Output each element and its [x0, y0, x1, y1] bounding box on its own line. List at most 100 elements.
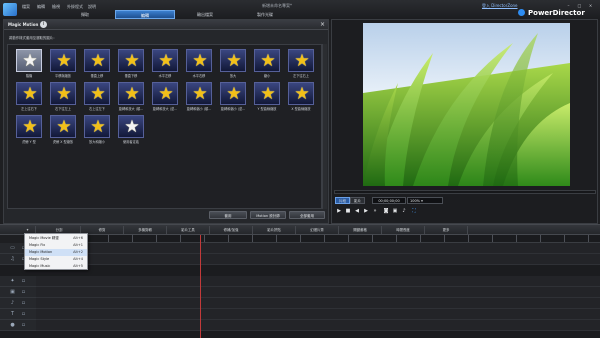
volume-icon[interactable]: ♪ [400, 208, 408, 215]
tab-produce[interactable]: 輸出檔案 [175, 10, 235, 19]
play-icon[interactable]: ▶ [335, 208, 343, 215]
star-icon: ★ [56, 51, 72, 71]
lock-icon[interactable]: ▫ [20, 300, 27, 306]
motion-style-item[interactable]: ★ 水平左移 [150, 49, 180, 79]
seek-bar[interactable] [334, 190, 596, 194]
prev-frame-icon[interactable]: ◀ [353, 208, 361, 215]
motion-thumbnail: ★ [186, 82, 212, 105]
motion-style-item[interactable]: ★ 虎鯨 Y 型 [14, 115, 44, 145]
menu-item-shortcut: Alt+1 [73, 243, 83, 247]
motion-style-item[interactable]: ★ X 型曲線縮放 [286, 82, 316, 112]
motion-style-item[interactable]: ★ 旋轉和縮小 (逆... [218, 82, 248, 112]
lock-icon[interactable]: ▫ [20, 311, 27, 317]
motion-style-item[interactable]: ★ 旋轉和放大 (逆... [150, 82, 180, 112]
maximize-icon[interactable]: □ [576, 3, 583, 8]
zoom-select[interactable]: 100% ▾ [407, 197, 443, 204]
toolbar-multicam[interactable]: 多機剪輯 [124, 226, 167, 234]
toolbar-duration[interactable]: 時間長度 [382, 226, 425, 234]
menu-item-magic-motion[interactable]: Magic Motion Alt+2 [25, 249, 87, 256]
timeline-ruler[interactable] [36, 235, 600, 243]
motion-style-item[interactable]: ★ 平移與縮放 [48, 49, 78, 79]
toolbar-keyframe[interactable]: 關鍵畫格 [339, 226, 382, 234]
snapshot-icon[interactable]: ◙ [382, 208, 390, 215]
motion-style-label: 縮小 [263, 74, 271, 78]
lock-icon[interactable]: ▫ [20, 278, 27, 284]
motion-style-item[interactable]: ★ 旋轉和放大 (順... [116, 82, 146, 112]
pip-icon[interactable]: ▣ [391, 208, 399, 215]
voice-track[interactable] [36, 320, 600, 331]
tab-create-disc[interactable]: 製作光碟 [235, 10, 295, 19]
info-icon[interactable]: i [40, 21, 47, 28]
motion-thumbnail: ★ [50, 49, 76, 72]
toolbar-slideshow[interactable]: 幻燈片秀 [296, 226, 339, 234]
motion-style-item[interactable]: ★ 放大 [218, 49, 248, 79]
lock-icon[interactable]: ▫ [20, 289, 27, 295]
motion-style-item[interactable]: ★ 縮小 [252, 49, 282, 79]
directorzone-login-link[interactable]: 登入 DirectorZone [482, 3, 518, 9]
motion-style-item[interactable]: ★ 垂直下移 [116, 49, 146, 79]
app-logo-icon [3, 3, 17, 16]
motion-thumbnail: ★ [84, 49, 110, 72]
pip-audio-track[interactable] [36, 298, 600, 309]
clip-mode-button[interactable]: 片段 [335, 197, 350, 204]
track-header: ♪ ▫ [0, 298, 36, 309]
track-header: ▣ ▫ [0, 287, 36, 298]
magic-motion-panel: Magic Motion i × 將動作樣式套用至選取的圖片： ★ 隨機 ★ 平移與縮… [3, 19, 329, 224]
toolbar-video-collage[interactable]: 影片拼貼 [253, 226, 296, 234]
timecode-display[interactable]: 00;00;00;00 [372, 197, 406, 204]
pip-track[interactable] [36, 287, 600, 298]
motion-style-item[interactable]: ★ 水平右移 [184, 49, 214, 79]
star-icon: ★ [90, 117, 106, 137]
motion-style-label: 虎鯨 Y 型 [22, 140, 36, 144]
next-frame-icon[interactable]: ▶ [362, 208, 370, 215]
motion-style-item[interactable]: ★ 左上往右下 [14, 82, 44, 112]
motion-style-label: 右下往左上 [55, 107, 71, 111]
menu-item-magic-fix[interactable]: Magic Fix Alt+1 [25, 242, 87, 249]
motion-designer-button[interactable]: Motion 設計師 [250, 211, 286, 219]
lock-icon[interactable]: ▫ [20, 322, 27, 328]
motion-style-label: 垂直下移 [124, 74, 138, 78]
effect-track[interactable] [36, 276, 600, 287]
grid-scrollbar[interactable] [322, 44, 327, 209]
tab-capture[interactable]: 擷取 [55, 10, 115, 19]
apply-button[interactable]: 套用 [209, 211, 247, 219]
motion-style-label: 右上往左下 [89, 107, 105, 111]
motion-style-item[interactable]: ★ 垂直上移 [82, 49, 112, 79]
movie-mode-button[interactable]: 影片 [350, 197, 365, 204]
toolbar-video-tools[interactable]: 影片工具 [167, 226, 210, 234]
audio-track[interactable] [36, 254, 600, 265]
menu-item-label: Magic Motion [29, 250, 53, 254]
motion-style-item[interactable]: ★ 隨機 [14, 49, 44, 79]
close-window-icon[interactable]: × [587, 3, 594, 8]
menu-file[interactable]: 檔案 [22, 4, 30, 10]
motion-style-item[interactable]: ★ 右上往左下 [82, 82, 112, 112]
star-icon: ★ [124, 117, 140, 137]
menu-edit[interactable]: 編輯 [37, 4, 45, 10]
motion-thumbnail: ★ [152, 49, 178, 72]
magic-tools-menu: Magic Movie 精靈 Alt+6 Magic Fix Alt+1 Magic… [24, 233, 88, 270]
tab-edit[interactable]: 編輯 [115, 10, 175, 19]
fast-forward-icon[interactable]: » [371, 208, 379, 215]
motion-style-item[interactable]: ★ 旋轉和縮小 (順... [184, 82, 214, 112]
minimize-icon[interactable]: – [565, 3, 572, 8]
video-track[interactable] [36, 243, 600, 254]
menu-item-magic-style[interactable]: Magic Style Alt+4 [25, 256, 87, 263]
motion-style-item[interactable]: ★ 右下往左上 [48, 82, 78, 112]
stop-icon[interactable]: ■ [344, 208, 352, 215]
title-track[interactable] [36, 309, 600, 320]
motion-style-item[interactable]: ★ 左下往右上 [286, 49, 316, 79]
toolbar-more[interactable]: 更多 [425, 226, 468, 234]
motion-style-item[interactable]: ★ 放大和縮小 [82, 115, 112, 145]
fullscreen-icon[interactable]: ⛶ [410, 208, 418, 215]
menu-item-magic-music[interactable]: Magic Music Alt+5 [25, 263, 87, 270]
motion-style-label: 旋轉和放大 (順... [118, 107, 144, 111]
toolbar-fix-enhance[interactable]: 修補/加強 [210, 226, 253, 234]
menu-item-magic-movie[interactable]: Magic Movie 精靈 Alt+6 [25, 235, 87, 242]
motion-style-item[interactable]: ★ 使用者定義 [116, 115, 146, 145]
star-icon: ★ [192, 51, 208, 71]
close-icon[interactable]: × [319, 21, 326, 28]
apply-all-button[interactable]: 全部套用 [289, 211, 325, 219]
motion-style-item[interactable]: ★ Y 型曲線縮放 [252, 82, 282, 112]
playhead[interactable] [200, 235, 201, 338]
motion-style-item[interactable]: ★ 虎鯨 X 型縮放 [48, 115, 78, 145]
